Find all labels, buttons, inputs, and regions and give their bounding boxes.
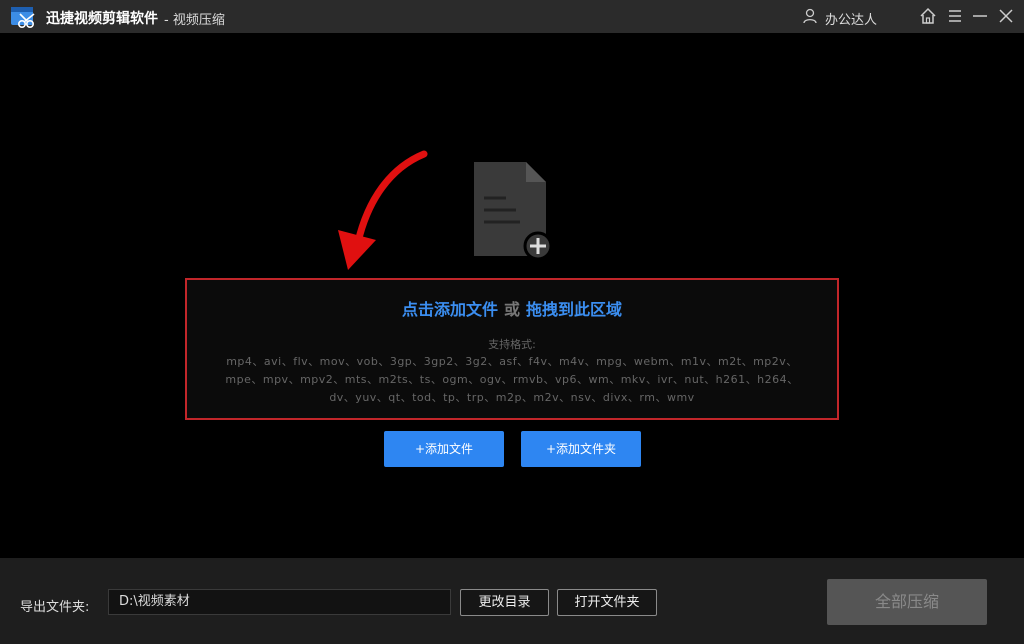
open-folder-button[interactable]: 打开文件夹 [557,589,657,616]
click-add-file-link[interactable]: 点击添加文件 [402,300,498,319]
annotation-arrow-icon [338,150,428,270]
formats-line: mp4、avi、flv、mov、vob、3gp、3gp2、3g2、asf、f4v… [226,355,798,368]
formats-line: dv、yuv、qt、tod、tp、trp、m2p、m2v、nsv、divx、rm… [329,391,695,404]
app-logo-icon [10,5,38,29]
app-title: 迅捷视频剪辑软件 [46,11,158,27]
home-icon[interactable] [918,6,938,26]
drop-zone-title: 点击添加文件或拖拽到此区域 [187,296,837,320]
page-subtitle: - 视频压缩 [164,13,225,28]
output-folder-label: 导出文件夹: [20,600,90,615]
compress-all-button[interactable]: 全部压缩 [827,579,987,625]
add-folder-button[interactable]: +添加文件夹 [521,431,641,467]
drag-here-text: 拖拽到此区域 [526,300,623,319]
or-text: 或 [503,300,520,319]
formats-label: 支持格式: [488,338,536,351]
add-file-button[interactable]: +添加文件 [384,431,504,467]
add-file-icon[interactable] [470,160,554,262]
title-bar: 迅捷视频剪辑软件 - 视频压缩 办公达人 [0,0,1024,33]
user-name[interactable]: 办公达人 [825,9,877,28]
minimize-icon[interactable] [970,6,990,26]
close-icon[interactable] [996,6,1016,26]
formats-line: mpe、mpv、mpv2、mts、m2ts、ts、ogm、ogv、rmvb、vp… [225,373,799,386]
menu-icon[interactable] [945,6,965,26]
change-directory-button[interactable]: 更改目录 [460,589,549,616]
drop-zone[interactable]: 点击添加文件或拖拽到此区域 支持格式: mp4、avi、flv、mov、vob、… [185,278,839,420]
output-path-field[interactable]: D:\视频素材 [108,589,451,615]
user-icon[interactable] [803,8,817,24]
